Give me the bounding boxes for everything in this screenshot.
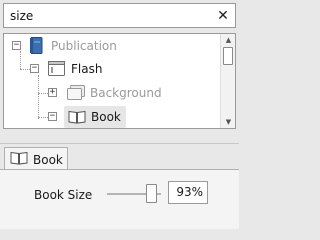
scroll-down-icon[interactable]: ▼ [221,116,235,128]
tab-strip: Book [0,143,239,171]
book-size-value-field[interactable]: 93% [168,181,208,204]
collapse-icon[interactable]: − [48,112,57,121]
expand-icon[interactable]: + [48,88,57,97]
search-input[interactable] [4,4,213,27]
tree-panel[interactable]: − Publication − Flash + Background − Boo… [3,33,236,129]
tree-item-publication[interactable]: − Publication [4,35,219,57]
tree-item-label: Flash [71,62,103,76]
collapse-icon[interactable]: − [12,41,21,50]
collapse-icon[interactable]: − [30,64,39,73]
tree-item-label: Publication [51,39,117,53]
background-icon [67,85,85,103]
scroll-thumb[interactable] [223,47,233,65]
tree-item-background[interactable]: + Background [4,82,219,104]
scroll-up-icon[interactable]: ▲ [221,34,235,46]
tree-item-label: Book [91,110,121,124]
book-size-slider-thumb[interactable] [146,184,157,203]
book-size-label: Book Size [34,188,93,202]
flash-window-icon [48,61,65,79]
publication-book-icon [29,37,43,57]
search-box[interactable]: ✕ [3,3,236,28]
tab-label: Book [33,152,63,167]
tree-item-book[interactable]: − Book [4,106,219,128]
tab-book[interactable]: Book [4,147,68,171]
properties-panel: Book Size 93% [0,169,239,229]
open-book-icon [10,151,28,168]
tree-item-label: Background [90,86,162,100]
tree-scrollbar[interactable]: ▲ ▼ [220,34,235,128]
open-book-icon [68,110,86,127]
clear-search-icon[interactable]: ✕ [213,6,233,26]
tree-item-flash[interactable]: − Flash [4,58,219,80]
